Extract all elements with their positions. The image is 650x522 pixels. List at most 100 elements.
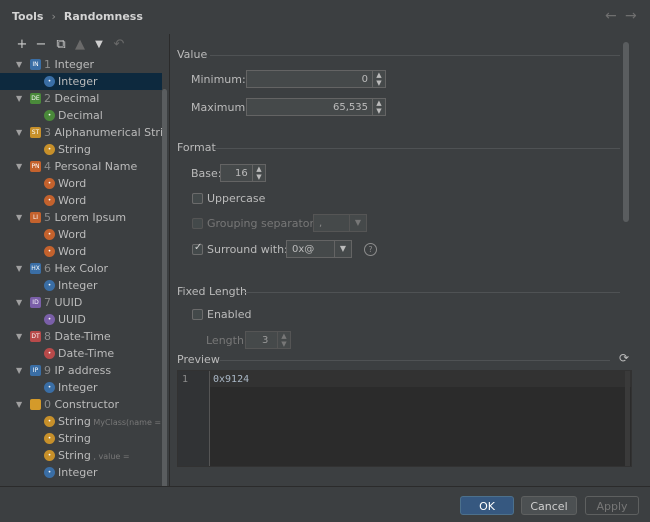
divider bbox=[210, 55, 620, 56]
arrow-up-icon[interactable]: ▲ bbox=[72, 37, 88, 53]
uppercase-checkbox[interactable] bbox=[192, 193, 203, 204]
settings-scrollbar[interactable] bbox=[623, 42, 629, 222]
surround-label[interactable]: Surround with: bbox=[207, 243, 288, 256]
tree-child-item[interactable]: • Word bbox=[0, 192, 162, 209]
scheme-tree-panel: + − ⧉ ▲ ▼ ↶ ▼ IN 1 Integer • Integer ▼ DE 2 Dec… bbox=[0, 34, 170, 514]
tree-item-text: IP address bbox=[54, 364, 112, 377]
tree-item-label: 6 Hex Color bbox=[44, 260, 108, 277]
grouping-combo[interactable]: , ▼ bbox=[313, 214, 367, 232]
minimum-stepper-icon[interactable]: ▲ ▼ bbox=[372, 71, 385, 87]
base-value: 16 bbox=[235, 168, 248, 179]
grouping-checkbox[interactable] bbox=[192, 218, 203, 229]
tree-item-text: UUID bbox=[58, 313, 86, 326]
tree-scheme-item[interactable]: ▼ IN 1 Integer bbox=[0, 56, 162, 73]
breadcrumb-tools[interactable]: Tools bbox=[12, 10, 43, 23]
scheme-type-icon: ST bbox=[30, 127, 41, 138]
undo-icon[interactable]: ↶ bbox=[111, 37, 127, 53]
uppercase-label[interactable]: Uppercase bbox=[207, 192, 265, 205]
cancel-button[interactable]: Cancel bbox=[521, 496, 577, 515]
chevron-down-icon[interactable]: ▼ bbox=[16, 56, 22, 73]
tree-scrollbar[interactable] bbox=[162, 89, 167, 514]
tree-child-item[interactable]: • Word bbox=[0, 243, 162, 260]
tree-child-item[interactable]: • Decimal bbox=[0, 107, 162, 124]
tree-item-number: 6 bbox=[44, 262, 55, 275]
tree-child-item[interactable]: • Word bbox=[0, 226, 162, 243]
tree-child-item[interactable]: • Date-Time bbox=[0, 345, 162, 362]
apply-button[interactable]: Apply bbox=[585, 496, 639, 515]
tree-scheme-item[interactable]: ▼ PN 4 Personal Name bbox=[0, 158, 162, 175]
field-type-icon: • bbox=[44, 467, 55, 478]
minus-icon[interactable]: − bbox=[33, 37, 49, 53]
tree-item-label: String MyClass(name = bbox=[58, 413, 161, 431]
chevron-down-icon[interactable]: ▼ bbox=[16, 209, 22, 226]
chevron-down-icon[interactable]: ▼ bbox=[349, 215, 366, 231]
maximum-stepper-icon[interactable]: ▲ ▼ bbox=[372, 99, 385, 115]
arrow-down-icon[interactable]: ▼ bbox=[91, 37, 107, 53]
format-section-title: Format bbox=[177, 141, 216, 154]
tree-scheme-item[interactable]: ▼ IP 9 IP address bbox=[0, 362, 162, 379]
arrow-right-icon[interactable]: → bbox=[625, 9, 639, 23]
preview-section-title: Preview bbox=[177, 353, 220, 366]
arrow-left-icon[interactable]: ← bbox=[605, 9, 619, 23]
tree-child-item[interactable]: • String bbox=[0, 141, 162, 158]
tree-scheme-item[interactable]: ▼ DE 2 Decimal bbox=[0, 90, 162, 107]
enabled-checkbox[interactable] bbox=[192, 309, 203, 320]
tree-item-text: Integer bbox=[54, 58, 95, 71]
field-type-icon: • bbox=[44, 178, 55, 189]
chevron-down-icon[interactable]: ▼ bbox=[16, 124, 22, 141]
chevron-down-icon[interactable]: ▼ bbox=[16, 260, 22, 277]
enabled-label[interactable]: Enabled bbox=[207, 308, 251, 321]
ok-button[interactable]: OK bbox=[460, 496, 514, 515]
minimum-field[interactable]: 0 ▲ ▼ bbox=[246, 70, 386, 88]
chevron-down-icon[interactable]: ▼ bbox=[16, 158, 22, 175]
scheme-type-icon: PN bbox=[30, 161, 41, 172]
field-type-icon: • bbox=[44, 246, 55, 257]
scheme-type-icon: DE bbox=[30, 93, 41, 104]
tree-child-item[interactable]: • String bbox=[0, 430, 162, 447]
chevron-down-icon[interactable]: ▼ bbox=[334, 241, 351, 257]
tree-item-text: Word bbox=[58, 228, 87, 241]
chevron-down-icon[interactable]: ▼ bbox=[16, 328, 22, 345]
base-stepper-icon[interactable]: ▲ ▼ bbox=[252, 165, 265, 181]
tree-scheme-item[interactable]: ▼ ST3 Alphanumerical String bbox=[0, 124, 162, 141]
tree-scheme-item[interactable]: ▼ HX 6 Hex Color bbox=[0, 260, 162, 277]
tree-child-item[interactable]: • Integer bbox=[0, 464, 162, 481]
tree-child-item[interactable]: • String , value = bbox=[0, 447, 162, 464]
length-field[interactable]: 3 ▲ ▼ bbox=[245, 331, 291, 349]
maximum-field[interactable]: 65,535 ▲ ▼ bbox=[246, 98, 386, 116]
chevron-down-icon[interactable]: ▼ bbox=[16, 362, 22, 379]
tree-scheme-item[interactable]: ▼ 0 Constructor bbox=[0, 396, 162, 413]
surround-combo[interactable]: 0x@ ▼ bbox=[286, 240, 352, 258]
chevron-down-icon[interactable]: ▼ bbox=[16, 294, 22, 311]
tree-child-item[interactable]: • Word bbox=[0, 175, 162, 192]
refresh-icon[interactable]: ⟳ bbox=[619, 351, 629, 365]
preview-scrollbar[interactable] bbox=[625, 371, 630, 466]
tree-item-text: String bbox=[58, 449, 91, 462]
field-type-icon: • bbox=[44, 110, 55, 121]
question-circle-icon[interactable]: ? bbox=[364, 243, 377, 256]
tree-item-text: String bbox=[58, 143, 91, 156]
tree-child-item[interactable]: • UUID bbox=[0, 311, 162, 328]
tree-child-item[interactable]: • Integer bbox=[0, 277, 162, 294]
copy-icon[interactable]: ⧉ bbox=[53, 37, 69, 53]
chevron-down-icon[interactable]: ▼ bbox=[16, 396, 22, 413]
length-stepper-icon[interactable]: ▲ ▼ bbox=[277, 332, 290, 348]
chevron-down-icon[interactable]: ▼ bbox=[16, 90, 22, 107]
plus-icon[interactable]: + bbox=[14, 37, 30, 53]
tree-scheme-item[interactable]: ▼ ID 7 UUID bbox=[0, 294, 162, 311]
tree-child-item[interactable]: • Integer bbox=[0, 73, 162, 90]
surround-checkbox[interactable]: ✓ bbox=[192, 242, 203, 255]
tree-item-text: Integer bbox=[58, 381, 98, 394]
tree-scheme-item[interactable]: ▼ LI 5 Lorem Ipsum bbox=[0, 209, 162, 226]
maximum-label: Maximum: bbox=[191, 101, 249, 114]
tree-child-item[interactable]: • String MyClass(name = bbox=[0, 413, 162, 430]
field-type-icon: • bbox=[44, 450, 55, 461]
tree-item-label: 4 Personal Name bbox=[44, 158, 137, 175]
field-type-icon: • bbox=[44, 280, 55, 291]
tree-child-item[interactable]: • Integer bbox=[0, 379, 162, 396]
tree-item-text: Word bbox=[58, 245, 87, 258]
base-field[interactable]: 16 ▲ ▼ bbox=[220, 164, 266, 182]
scheme-tree: ▼ IN 1 Integer • Integer ▼ DE 2 Decimal • Decimal… bbox=[0, 56, 162, 486]
tree-scheme-item[interactable]: ▼ DT 8 Date-Time bbox=[0, 328, 162, 345]
preview-editor[interactable]: 1 0x9124 bbox=[177, 370, 632, 467]
